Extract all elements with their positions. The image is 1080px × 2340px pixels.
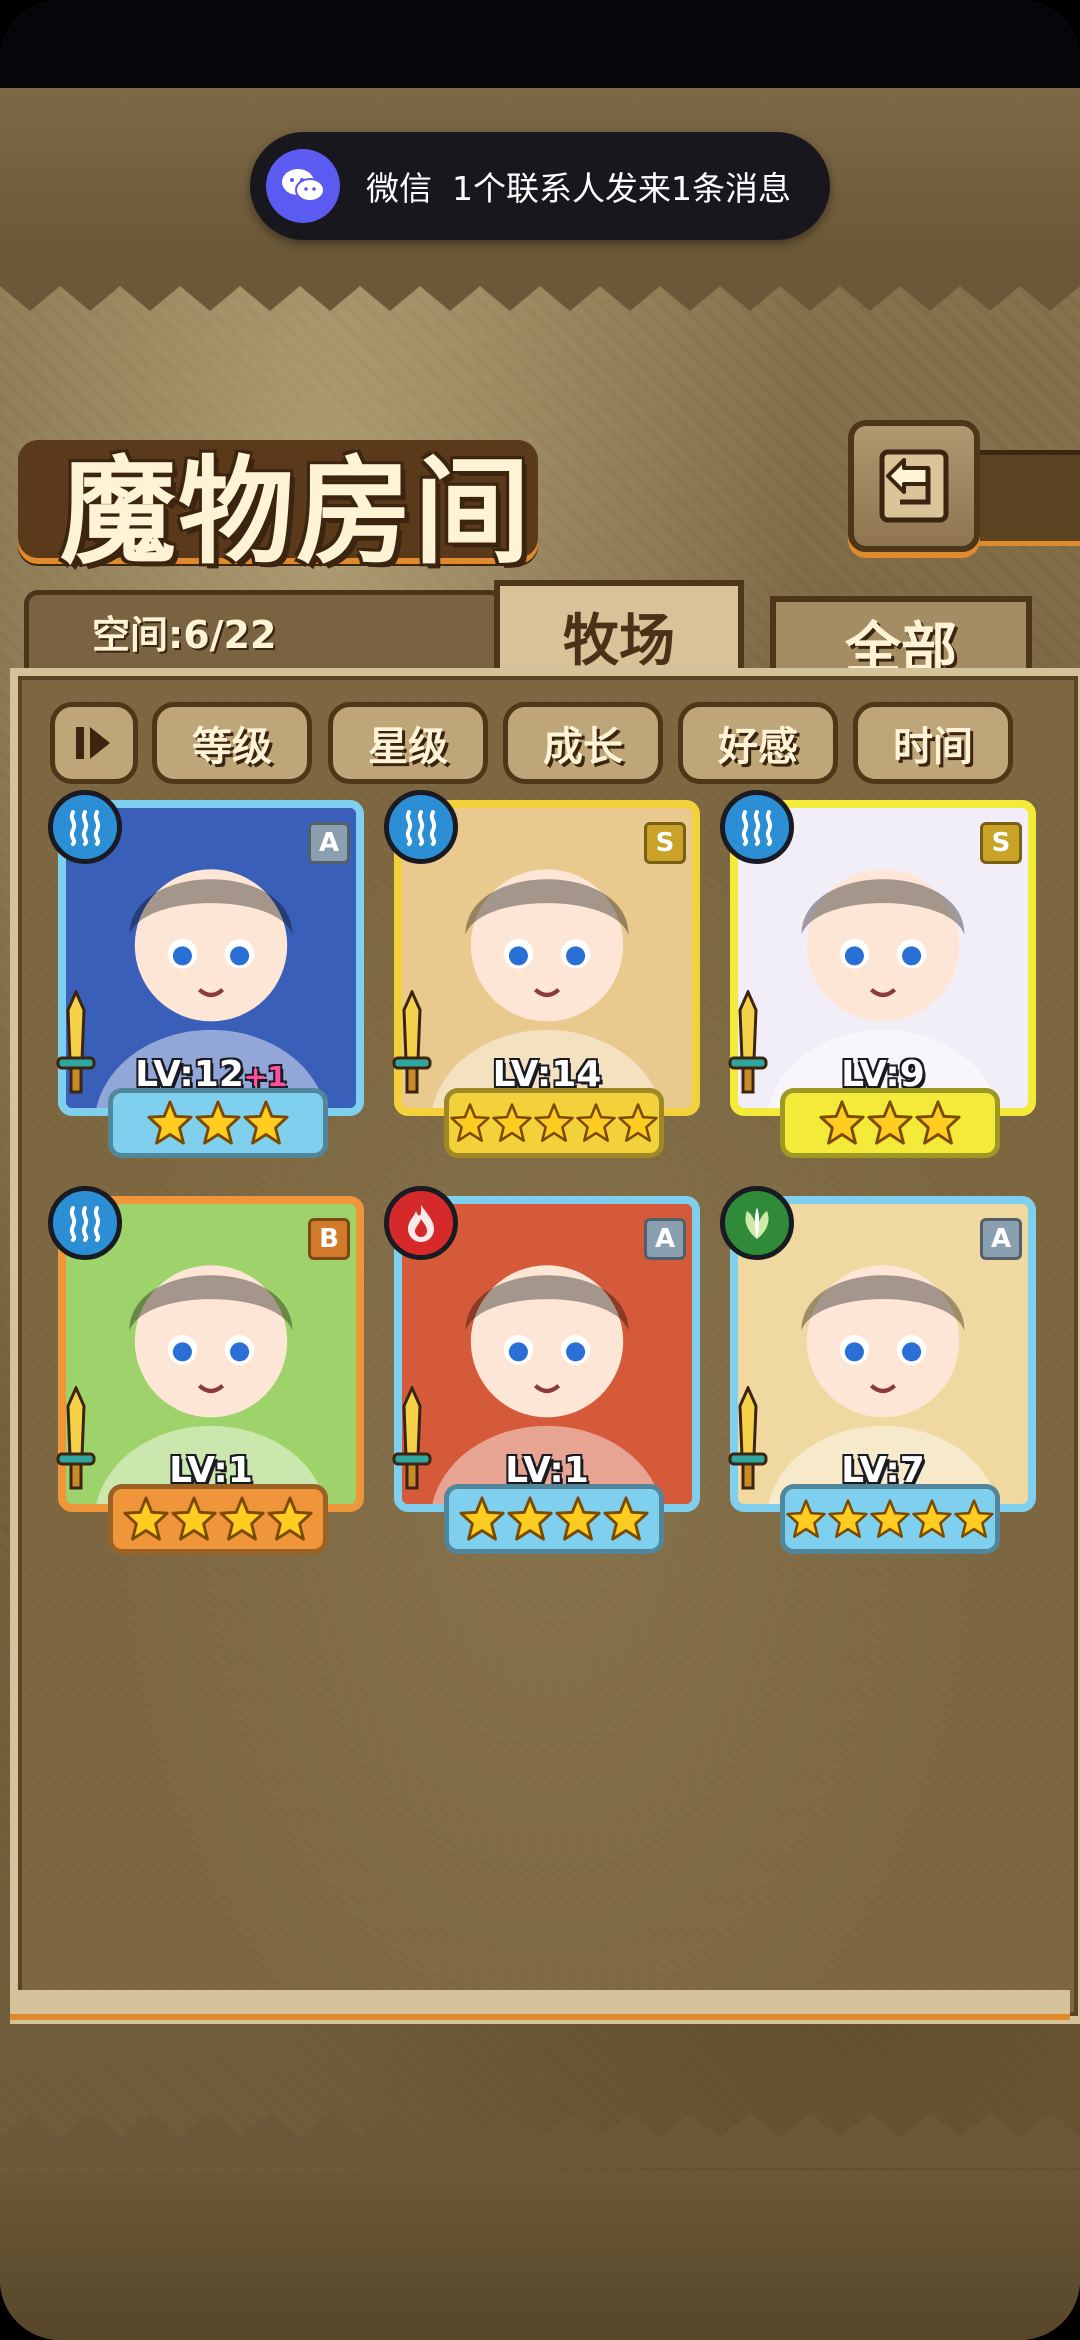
notification-app: 微信 (366, 169, 432, 208)
sort-growth-button[interactable]: 成长 (503, 702, 663, 784)
star-icon (828, 1499, 868, 1538)
star-icon (243, 1100, 289, 1145)
sword-icon (726, 988, 770, 1100)
monster-card[interactable]: A LV:7 (720, 1186, 1036, 1554)
space-count: 空间:6/22 (92, 613, 277, 657)
water-icon (741, 810, 773, 846)
sword-icon (726, 1384, 770, 1496)
wechat-icon (266, 149, 340, 223)
star-icon (219, 1496, 265, 1541)
panel-bottom-rail (10, 1990, 1070, 2020)
star-icon (171, 1496, 217, 1541)
fire-element-badge (384, 1186, 458, 1260)
sort-label: 好感 (718, 724, 798, 770)
water-icon (405, 810, 437, 846)
sort-level-button[interactable]: 等级 (152, 702, 312, 784)
star-icon (867, 1100, 913, 1145)
pause-play-icon (76, 727, 110, 759)
bottom-zigzag-border (0, 2113, 1080, 2168)
wechat-notification[interactable]: 微信 1个联系人发来1条消息 (250, 132, 830, 240)
star-icon (912, 1499, 952, 1538)
water-element-badge (48, 1186, 122, 1260)
star-icon (267, 1496, 313, 1541)
top-zigzag-border (0, 256, 1080, 311)
water-element-badge (720, 790, 794, 864)
monster-card[interactable]: B LV:1 (48, 1186, 364, 1554)
star-icon (450, 1103, 490, 1142)
status-bar (0, 0, 1080, 88)
back-arrow-icon (879, 449, 949, 523)
sort-label: 时间 (893, 724, 973, 770)
fire-icon (408, 1205, 434, 1242)
sword-icon (390, 1384, 434, 1496)
star-icon (459, 1496, 505, 1541)
sword-icon (54, 988, 98, 1100)
star-icon (915, 1100, 961, 1145)
sort-order-toggle[interactable] (50, 702, 138, 784)
sort-time-button[interactable]: 时间 (853, 702, 1013, 784)
star-icon (618, 1103, 658, 1142)
star-rating (444, 1088, 664, 1158)
rank-badge: A (308, 822, 350, 864)
water-element-badge (48, 790, 122, 864)
sort-label: 等级 (192, 724, 272, 770)
star-icon (870, 1499, 910, 1538)
star-icon (195, 1100, 241, 1145)
notification-text: 微信 1个联系人发来1条消息 (366, 162, 811, 210)
star-rating (780, 1484, 1000, 1554)
star-icon (492, 1103, 532, 1142)
sword-icon (390, 988, 434, 1100)
monster-card[interactable]: A LV:1 (384, 1186, 700, 1554)
wood-element-badge (720, 1186, 794, 1260)
water-icon (69, 810, 101, 846)
page-title: 魔物房间 (60, 444, 532, 580)
rank-badge: S (644, 822, 686, 864)
monster-card[interactable]: S LV:14 (384, 790, 700, 1158)
sword-icon (54, 1384, 98, 1496)
monster-card[interactable]: S LV:9 (720, 790, 1036, 1158)
star-icon (507, 1496, 553, 1541)
rank-badge: A (980, 1218, 1022, 1260)
star-icon (555, 1496, 601, 1541)
game-screen: 微信 1个联系人发来1条消息 魔物房间 空间:6/22 牧场 全部 等级 星级 成… (0, 0, 1080, 2340)
rank-badge: A (644, 1218, 686, 1260)
sort-affinity-button[interactable]: 好感 (678, 702, 838, 784)
star-icon (123, 1496, 169, 1541)
star-icon (819, 1100, 865, 1145)
notification-message: 1个联系人发来1条消息 (452, 169, 791, 208)
star-icon (954, 1499, 994, 1538)
monster-card[interactable]: A LV:12+1 (48, 790, 364, 1158)
leaf-icon (745, 1207, 769, 1239)
star-icon (576, 1103, 616, 1142)
back-button[interactable] (848, 420, 980, 552)
star-icon (603, 1496, 649, 1541)
star-rating (780, 1088, 1000, 1158)
star-rating (108, 1088, 328, 1158)
rank-badge: S (980, 822, 1022, 864)
star-icon (786, 1499, 826, 1538)
star-icon (147, 1100, 193, 1145)
sort-stars-button[interactable]: 星级 (328, 702, 488, 784)
rank-badge: B (308, 1218, 350, 1260)
back-rail (968, 450, 1080, 546)
sort-label: 星级 (368, 724, 448, 770)
water-icon (69, 1206, 101, 1242)
bottom-map-strip (0, 2170, 1080, 2340)
sort-label: 成长 (543, 724, 623, 770)
star-rating (444, 1484, 664, 1554)
star-icon (534, 1103, 574, 1142)
star-rating (108, 1484, 328, 1554)
tab-ranch-label: 牧场 (563, 607, 675, 674)
water-element-badge (384, 790, 458, 864)
